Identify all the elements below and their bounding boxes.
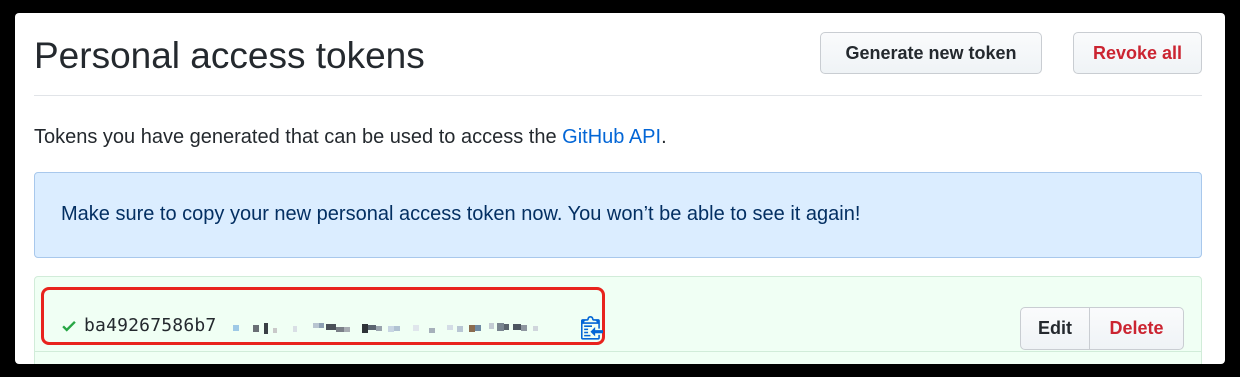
token-actions: Edit Delete — [1020, 307, 1184, 350]
delete-token-button[interactable]: Delete — [1090, 307, 1184, 350]
settings-panel: Personal access tokens Generate new toke… — [15, 13, 1225, 364]
revoke-all-button[interactable]: Revoke all — [1073, 32, 1202, 74]
tokens-description: Tokens you have generated that can be us… — [34, 126, 667, 149]
description-period: . — [661, 126, 667, 148]
page-title: Personal access tokens — [34, 35, 425, 76]
new-token-row: ba49267586b7 Edit Delete — [34, 276, 1202, 364]
redacted-token-pixels — [233, 323, 538, 334]
check-icon — [62, 320, 76, 332]
token-highlight-box: ba49267586b7 — [41, 287, 605, 345]
token-value[interactable]: ba49267586b7 — [84, 315, 216, 336]
description-text: Tokens you have generated that can be us… — [34, 126, 563, 148]
clipboard-icon[interactable] — [581, 314, 603, 340]
notice-message: Make sure to copy your new personal acce… — [61, 203, 861, 225]
row-divider — [35, 351, 1201, 352]
edit-token-button[interactable]: Edit — [1020, 307, 1090, 350]
github-api-link[interactable]: GitHub API — [562, 126, 661, 148]
page-header: Personal access tokens Generate new toke… — [34, 13, 1202, 96]
generate-new-token-button[interactable]: Generate new token — [820, 32, 1042, 74]
copy-token-notice: Make sure to copy your new personal acce… — [34, 172, 1202, 258]
